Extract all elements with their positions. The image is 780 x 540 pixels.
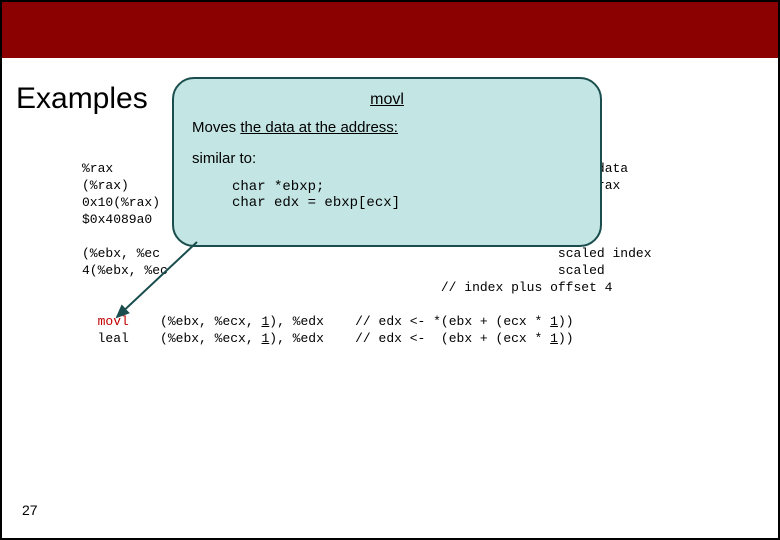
callout-line1: Moves the data at the address: (192, 119, 582, 136)
code-l1a: %rax (82, 161, 113, 176)
code-l4a: $0x4089a0 (82, 212, 152, 227)
slide: Examples %rax ax is data (%rax) to by ra… (0, 0, 780, 540)
slide-title: Examples (16, 82, 148, 116)
code-m2a: leal (98, 331, 129, 346)
arrow-icon (102, 237, 212, 332)
code-l3a: 0x10(%rax) (82, 195, 160, 210)
header-bar (2, 2, 778, 58)
callout-similar: similar to: (192, 150, 582, 167)
code-l6c: scaled index (558, 246, 652, 261)
code-m1d: // edx <- *(ebx + (ecx * (355, 314, 550, 329)
code-l2a: (%rax) (82, 178, 129, 193)
code-m1e: )) (558, 314, 574, 329)
code-l7c: scaled (558, 263, 605, 278)
callout-code2: char edx = ebxp[ecx] (232, 195, 400, 211)
callout-code: char *ebxp; char edx = ebxp[ecx] (232, 179, 582, 211)
callout-box: movl Moves the data at the address: simi… (172, 77, 602, 247)
code-m2b: (%ebx, %ecx, (160, 331, 261, 346)
callout-title: movl (192, 91, 582, 109)
code-m1c: ), %edx (269, 314, 324, 329)
code-m1u2: 1 (550, 314, 558, 329)
code-l8c: // index plus offset 4 (441, 280, 613, 295)
code-m2d: // edx <- (ebx + (ecx * (355, 331, 550, 346)
code-m2u2: 1 (550, 331, 558, 346)
code-m2c: ), %edx (269, 331, 324, 346)
callout-code1: char *ebxp; (232, 179, 324, 195)
page-number: 27 (22, 502, 38, 518)
callout-line1a: Moves (192, 119, 240, 136)
code-m2e: )) (558, 331, 574, 346)
callout-line1u: the data at the address: (240, 119, 398, 136)
